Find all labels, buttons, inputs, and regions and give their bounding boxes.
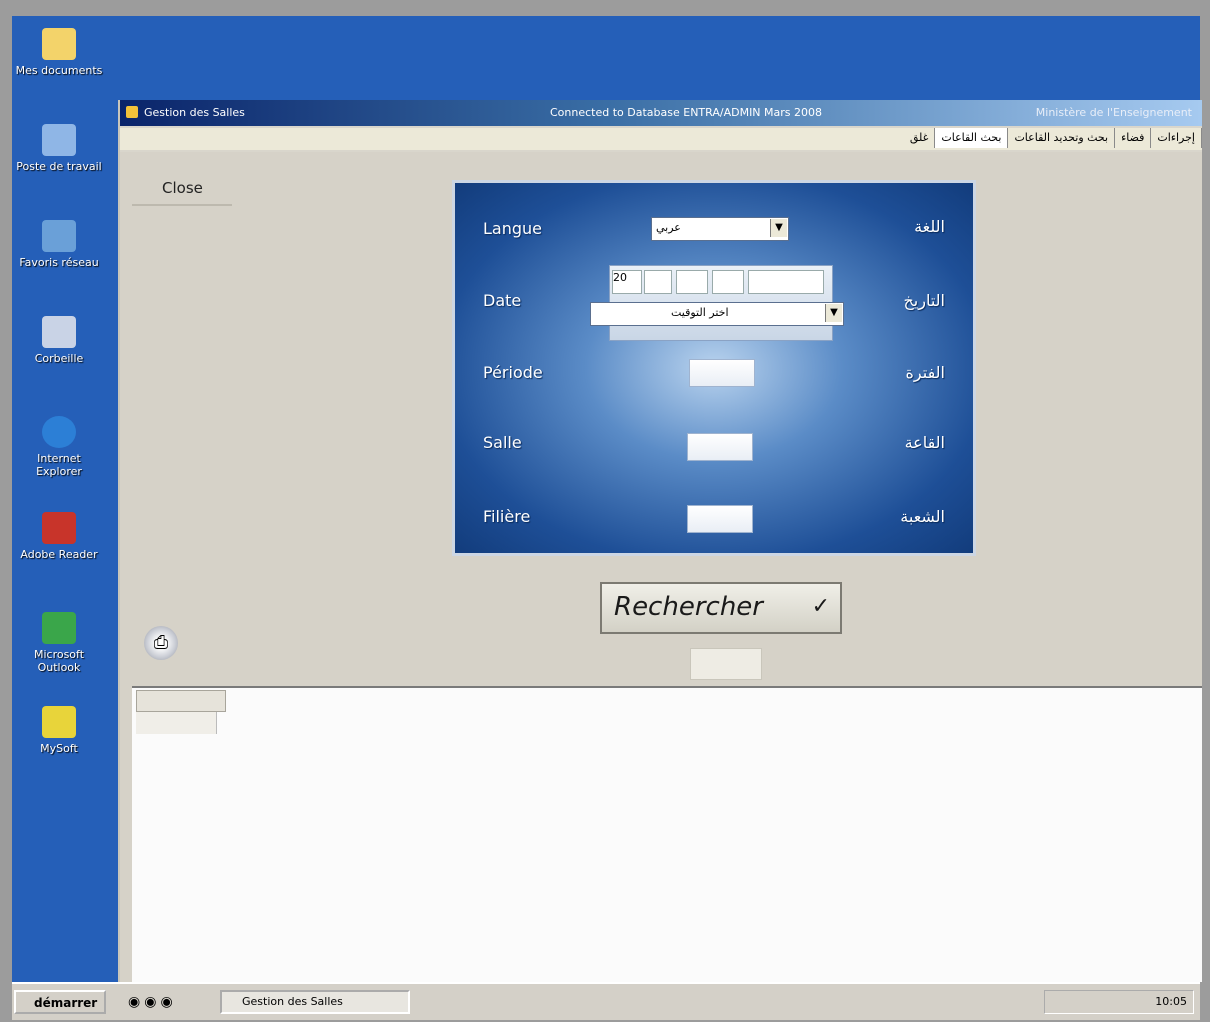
time-select[interactable]: اختر التوقيت ▼ xyxy=(590,302,844,326)
tab-close[interactable]: غلق xyxy=(904,128,936,148)
taskbar: démarrer ◉◉◉ Gestion des Salles 10:05 xyxy=(12,982,1200,1020)
desktop-icon-label: Poste de travail xyxy=(16,160,102,173)
main-content: Close Langue اللغة عربي ▼ Date التاريخ 2… xyxy=(120,152,1202,982)
desktop-icon-label: Adobe Reader xyxy=(20,548,98,561)
desktop-icon-browser[interactable]: Internet Explorer xyxy=(14,416,104,478)
app-window: Gestion des Salles Connected to Database… xyxy=(118,100,1202,982)
grid-row-indicator xyxy=(136,712,217,734)
internet-explorer-icon xyxy=(42,416,76,448)
tab-search-rooms[interactable]: بحث القاعات xyxy=(935,128,1009,148)
desktop-icon-label: Favoris réseau xyxy=(19,256,99,269)
date-time-field[interactable] xyxy=(748,270,824,294)
outlook-icon xyxy=(42,612,76,644)
label-periode: Période xyxy=(483,363,543,382)
window-subtitle: Ministère de l'Enseignement xyxy=(1035,106,1192,119)
desktop-icon-label: Mes documents xyxy=(15,64,103,77)
desktop-icon-documents[interactable]: Mes documents xyxy=(14,28,104,77)
date-month-field[interactable] xyxy=(644,270,672,294)
label-langue: Langue xyxy=(483,219,542,238)
search-button[interactable]: Rechercher ✓ xyxy=(600,582,842,634)
label-langue-ar: اللغة xyxy=(914,217,945,236)
date-picker-group: 20 اختر التوقيت ▼ xyxy=(590,265,844,341)
date-year-field[interactable] xyxy=(676,270,708,294)
app-icon xyxy=(42,706,76,738)
taskbar-item-app[interactable]: Gestion des Salles xyxy=(220,990,410,1014)
date-day-value: 20 xyxy=(613,271,627,284)
desktop-icon-network[interactable]: Favoris réseau xyxy=(14,220,104,269)
date-extra-field[interactable] xyxy=(712,270,744,294)
print-icon[interactable]: ⎙ xyxy=(144,626,178,660)
desktop-icon-app[interactable]: MySoft xyxy=(14,706,104,755)
close-button[interactable]: Close xyxy=(132,174,232,206)
title-bar[interactable]: Gestion des Salles Connected to Database… xyxy=(120,100,1202,126)
quick-launch: ◉◉◉ xyxy=(128,994,177,1010)
tab-search-define-rooms[interactable]: بحث وتحديد القاعات xyxy=(1008,128,1116,148)
app-icon xyxy=(126,106,138,118)
tab-space[interactable]: فضاء xyxy=(1115,128,1152,148)
label-filiere: Filière xyxy=(483,507,531,526)
clock: 10:05 xyxy=(1155,995,1187,1008)
label-date: Date xyxy=(483,291,522,310)
desktop-icon-label: Corbeille xyxy=(34,352,84,365)
langue-select-value: عربي xyxy=(656,221,681,234)
quick-launch-icon[interactable]: ◉ xyxy=(128,994,144,1010)
filiere-field[interactable] xyxy=(687,505,753,533)
start-button[interactable]: démarrer xyxy=(14,990,106,1014)
desktop-icon-computer[interactable]: Poste de travail xyxy=(14,124,104,173)
label-date-ar: التاريخ xyxy=(903,291,945,310)
desktop-icon-pdf[interactable]: Adobe Reader xyxy=(14,512,104,561)
quick-launch-icon[interactable]: ◉ xyxy=(160,994,176,1010)
periode-field[interactable] xyxy=(689,359,755,387)
desktop-icon-outlook[interactable]: Microsoft Outlook xyxy=(14,612,104,674)
window-title: Gestion des Salles xyxy=(144,106,245,119)
label-salle: Salle xyxy=(483,433,522,452)
salle-field[interactable] xyxy=(687,433,753,461)
label-filiere-ar: الشعبة xyxy=(900,507,945,526)
network-icon xyxy=(42,220,76,252)
tab-procedures[interactable]: إجراءات xyxy=(1151,128,1202,148)
folder-icon xyxy=(42,28,76,60)
desktop-icon-recycle-bin[interactable]: Corbeille xyxy=(14,316,104,365)
computer-icon xyxy=(42,124,76,156)
search-button-label: Rechercher xyxy=(614,592,763,622)
desktop-icon-label: Microsoft Outlook xyxy=(33,648,85,674)
label-salle-ar: القاعة xyxy=(904,433,945,452)
desktop-icon-label: MySoft xyxy=(40,742,78,755)
recycle-bin-icon xyxy=(42,316,76,348)
tab-bar: إجراءاتفضاءبحث وتحديد القاعاتبحث القاعات… xyxy=(120,128,1202,150)
time-select-value: اختر التوقيت xyxy=(671,306,729,319)
chevron-down-icon: ▼ xyxy=(825,304,842,322)
result-count-field[interactable] xyxy=(690,648,762,680)
chevron-down-icon: ▼ xyxy=(770,219,787,237)
search-form-panel: Langue اللغة عربي ▼ Date التاريخ 20 اختر… xyxy=(452,180,976,556)
system-tray: 10:05 xyxy=(1044,990,1194,1014)
date-day-field[interactable]: 20 xyxy=(612,270,642,294)
quick-launch-icon[interactable]: ◉ xyxy=(144,994,160,1010)
pdf-icon xyxy=(42,512,76,544)
results-grid[interactable] xyxy=(132,686,1202,982)
langue-select[interactable]: عربي ▼ xyxy=(651,217,789,241)
check-icon: ✓ xyxy=(811,594,830,619)
grid-header-cell xyxy=(136,690,226,712)
connection-info: Connected to Database ENTRA/ADMIN Mars 2… xyxy=(550,106,823,119)
label-periode-ar: الفترة xyxy=(905,363,945,382)
desktop-icon-label: Internet Explorer xyxy=(36,452,82,478)
